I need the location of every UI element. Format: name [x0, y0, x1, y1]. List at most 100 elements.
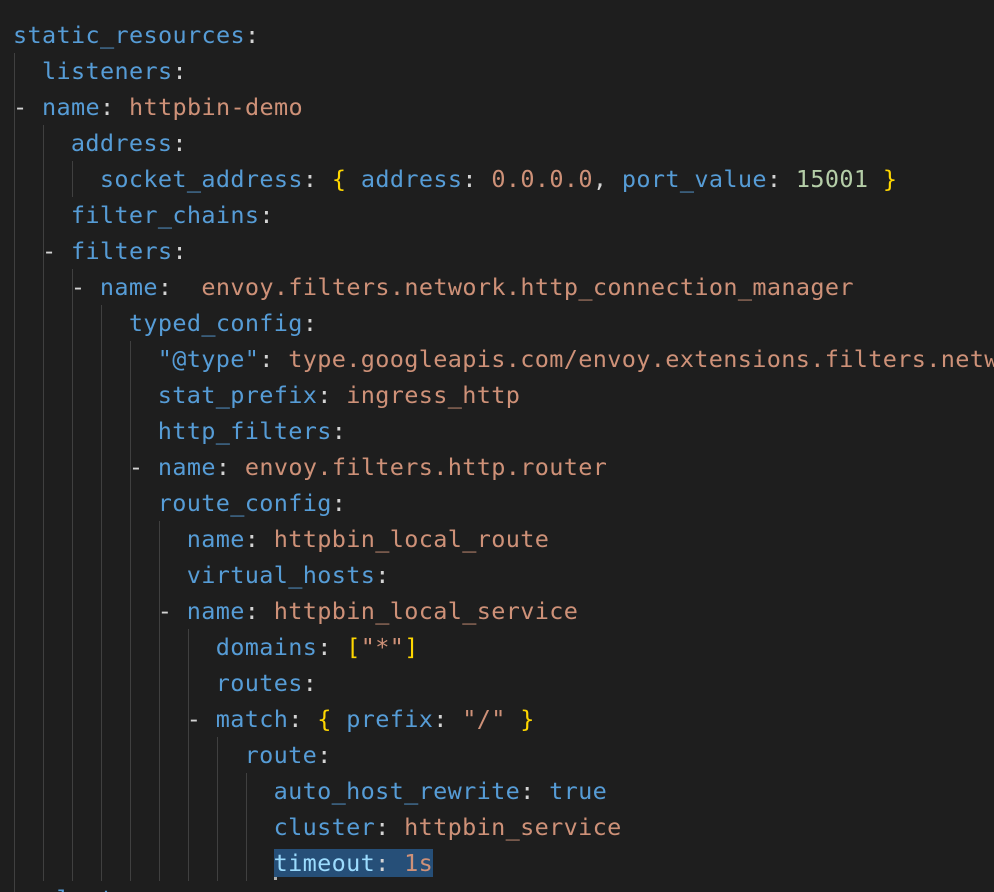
- yaml-key: http_filters: [157, 417, 332, 445]
- code-line[interactable]: - name: httpbin-demo: [13, 89, 303, 125]
- code-line[interactable]: static_resources:: [13, 17, 259, 53]
- yaml-separator: :: [259, 201, 274, 229]
- code-line[interactable]: - name: envoy.filters.network.http_conne…: [13, 269, 854, 305]
- yaml-bracket: [: [346, 633, 361, 661]
- yaml-separator: :: [244, 21, 260, 49]
- yaml-key: address: [70, 129, 173, 157]
- yaml-key: address: [360, 165, 463, 193]
- code-line[interactable]: http_filters:: [13, 413, 346, 449]
- yaml-separator: :: [520, 777, 550, 805]
- yaml-separator: :: [158, 885, 173, 892]
- yaml-key: route: [244, 741, 318, 769]
- yaml-value: 1s: [404, 849, 434, 877]
- yaml-value: "*": [360, 633, 405, 661]
- yaml-punctuation: :: [766, 165, 796, 193]
- yaml-value: httpbin_service: [404, 813, 622, 841]
- code-line[interactable]: - name: envoy.filters.http.router: [13, 449, 607, 485]
- yaml-value: 15001: [795, 165, 869, 193]
- yaml-separator: :: [215, 453, 245, 481]
- yaml-key: match: [215, 705, 289, 733]
- code-line[interactable]: domains: ["*"]: [13, 629, 419, 665]
- yaml-key: name: [157, 453, 216, 481]
- yaml-value: envoy.filters.http.router: [244, 453, 608, 481]
- yaml-key: virtual_hosts: [186, 561, 376, 589]
- yaml-key: timeout: [273, 849, 376, 877]
- yaml-key: typed_config: [128, 309, 303, 337]
- yaml-key: auto_host_rewrite: [273, 777, 521, 805]
- yaml-key: socket_address: [99, 165, 303, 193]
- code-line[interactable]: cluster: httpbin_service: [13, 809, 622, 845]
- yaml-separator: :: [317, 381, 347, 409]
- yaml-separator: :: [302, 165, 332, 193]
- yaml-value: httpbin-demo: [129, 93, 303, 121]
- yaml-separator: :: [317, 741, 332, 769]
- code-line[interactable]: routes:: [13, 665, 317, 701]
- code-line[interactable]: - filters:: [13, 233, 187, 269]
- yaml-bracket: {: [317, 705, 347, 733]
- code-line[interactable]: socket_address: { address: 0.0.0.0, port…: [13, 161, 897, 197]
- yaml-punctuation: ,: [592, 165, 622, 193]
- yaml-key: port_value: [621, 165, 767, 193]
- yaml-key: name: [99, 273, 158, 301]
- yaml-key: prefix: [346, 705, 434, 733]
- list-dash: -: [157, 597, 187, 625]
- yaml-separator: :: [331, 417, 347, 445]
- yaml-separator: :: [259, 345, 289, 373]
- code-line[interactable]: route_config:: [13, 485, 346, 521]
- yaml-separator: :: [172, 57, 187, 85]
- yaml-key: domains: [215, 633, 318, 661]
- yaml-key: name: [186, 525, 245, 553]
- code-line[interactable]: "@type": type.googleapis.com/envoy.exten…: [13, 341, 994, 377]
- yaml-punctuation: :: [433, 705, 463, 733]
- yaml-value: ingress_http: [346, 381, 521, 409]
- yaml-separator: :: [375, 849, 405, 877]
- list-dash: -: [41, 237, 71, 265]
- code-line[interactable]: auto_host_rewrite: true: [13, 773, 607, 809]
- yaml-separator: :: [331, 489, 347, 517]
- code-line[interactable]: - name: httpbin_local_service: [13, 593, 578, 629]
- yaml-value: true: [549, 777, 608, 805]
- list-dash: -: [70, 273, 100, 301]
- yaml-key: static_resources: [13, 21, 245, 49]
- yaml-bracket: }: [868, 165, 898, 193]
- yaml-key: "@type": [157, 345, 260, 373]
- yaml-separator: :: [244, 597, 274, 625]
- yaml-key: clusters: [42, 885, 158, 892]
- yaml-key: filter_chains: [70, 201, 260, 229]
- code-line[interactable]: virtual_hosts:: [13, 557, 390, 593]
- code-editor[interactable]: static_resources: listeners: - name: httpb…: [0, 0, 994, 892]
- yaml-separator: :: [244, 525, 274, 553]
- code-line[interactable]: timeout: 1s: [13, 845, 434, 881]
- yaml-separator: :: [317, 633, 347, 661]
- yaml-bracket: }: [505, 705, 535, 733]
- selection-highlight: timeout: 1s: [273, 849, 434, 877]
- yaml-separator: :: [302, 309, 318, 337]
- yaml-value: type.googleapis.com/envoy.extensions.fil…: [288, 345, 994, 373]
- yaml-key: name: [186, 597, 245, 625]
- yaml-separator: :: [100, 93, 129, 121]
- yaml-key: routes: [215, 669, 303, 697]
- code-line[interactable]: address:: [13, 125, 187, 161]
- yaml-bracket: {: [331, 165, 361, 193]
- code-line[interactable]: filter_chains:: [13, 197, 274, 233]
- code-line[interactable]: clusters:: [13, 881, 172, 892]
- list-dash: -: [13, 93, 42, 121]
- yaml-key: cluster: [273, 813, 376, 841]
- yaml-value: "/": [462, 705, 506, 733]
- yaml-separator: :: [157, 273, 202, 301]
- code-line[interactable]: route:: [13, 737, 332, 773]
- yaml-value: envoy.filters.network.http_connection_ma…: [201, 273, 854, 301]
- yaml-separator: :: [288, 705, 318, 733]
- yaml-key: name: [42, 93, 100, 121]
- code-line[interactable]: name: httpbin_local_route: [13, 521, 549, 557]
- yaml-key: listeners: [41, 57, 173, 85]
- code-line[interactable]: listeners:: [13, 53, 187, 89]
- code-line[interactable]: - match: { prefix: "/" }: [13, 701, 535, 737]
- yaml-separator: :: [172, 237, 187, 265]
- yaml-separator: :: [302, 669, 318, 697]
- yaml-separator: :: [375, 561, 390, 589]
- yaml-key: route_config: [157, 489, 332, 517]
- code-line[interactable]: stat_prefix: ingress_http: [13, 377, 520, 413]
- yaml-separator: :: [375, 813, 405, 841]
- code-line[interactable]: typed_config:: [13, 305, 317, 341]
